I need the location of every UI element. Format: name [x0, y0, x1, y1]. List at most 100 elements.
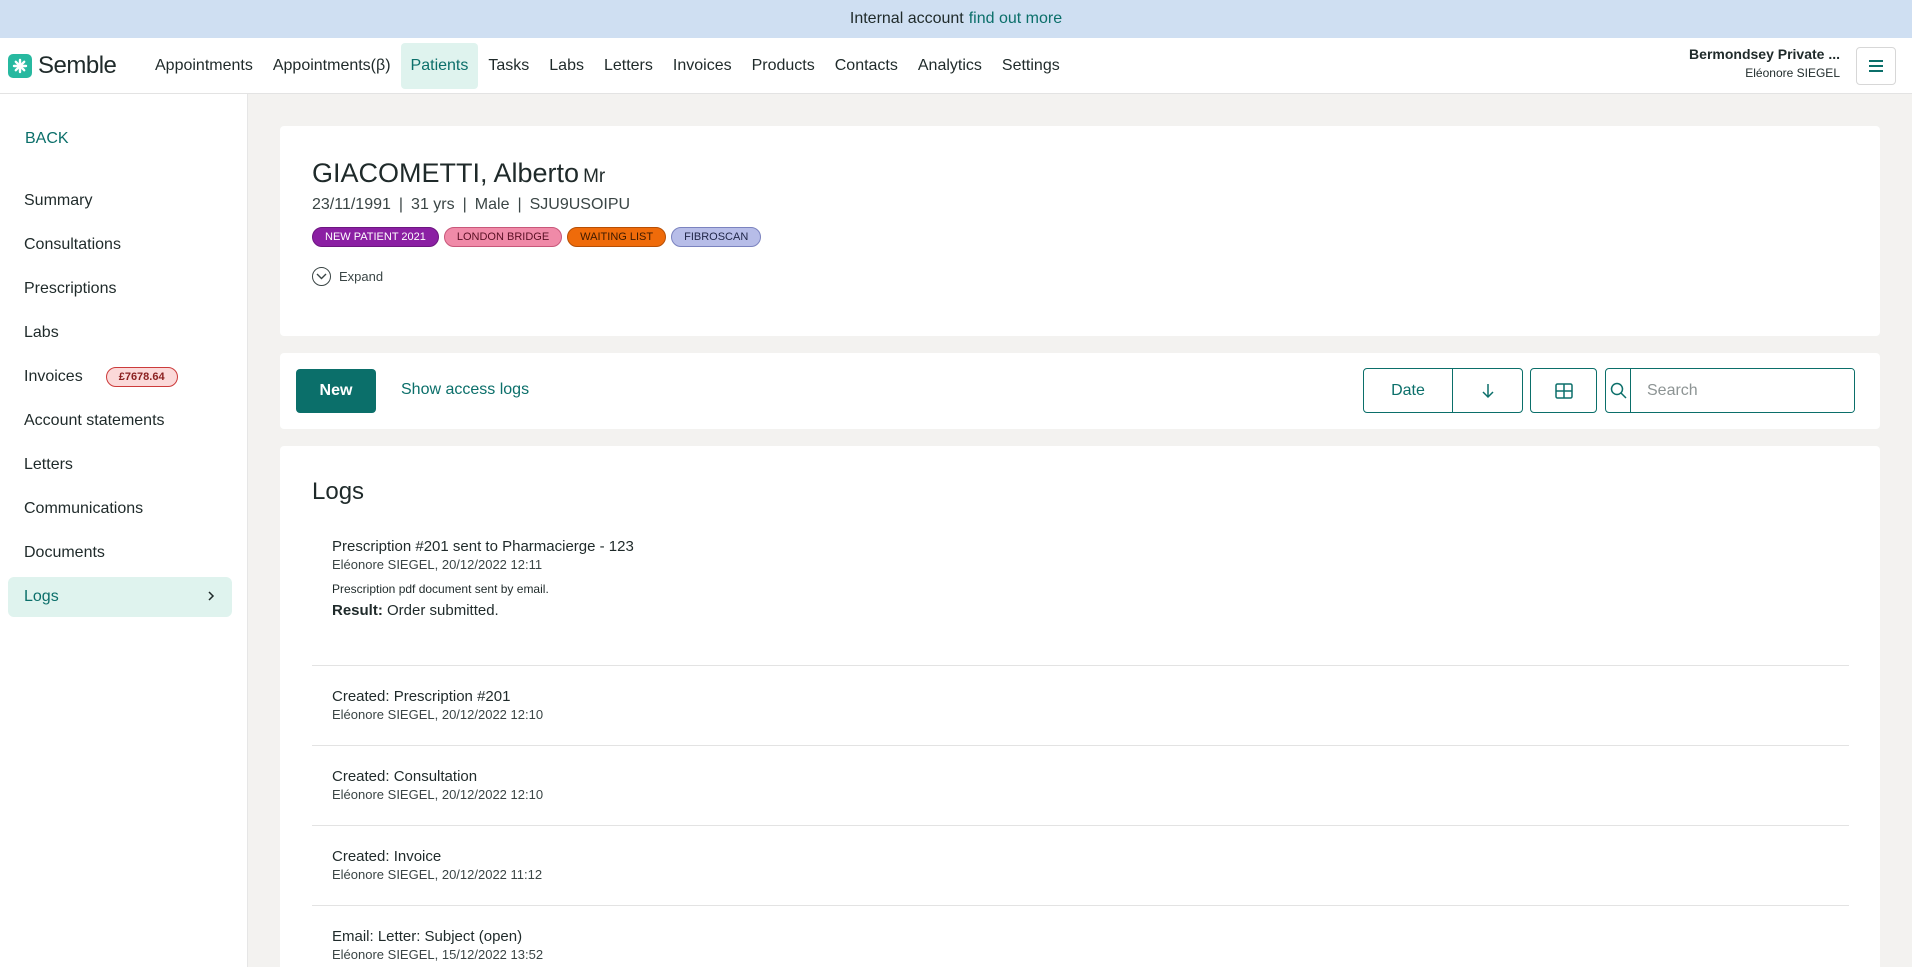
log-result-label: Result: — [332, 602, 383, 619]
patient-label-tag[interactable]: FIBROSCAN — [671, 227, 762, 247]
brand-name: Semble — [38, 52, 117, 79]
sidebar-item-logs[interactable]: Logs — [8, 577, 232, 617]
nav-letters[interactable]: Letters — [594, 43, 663, 89]
sidebar-item-label: Letters — [24, 456, 73, 473]
log-entry-title: Email: Letter: Subject (open) — [332, 928, 523, 945]
log-entry-title: Prescription #201 sent to Pharmacierge -… — [332, 538, 634, 555]
nav-analytics[interactable]: Analytics — [908, 43, 992, 89]
log-entry-meta: Eléonore SIEGEL, 20/12/2022 12:11 — [332, 557, 543, 572]
banner-text: Internal account — [849, 10, 964, 27]
log-entry[interactable]: Email: Letter: Subject (open) Eléonore S… — [312, 906, 1849, 967]
log-entry-meta: Eléonore SIEGEL, 20/12/2022 11:12 — [332, 867, 543, 882]
log-entry[interactable]: Created: Invoice Eléonore SIEGEL, 20/12/… — [312, 826, 1849, 906]
sidebar-item-label: Invoices — [24, 368, 83, 385]
sidebar-item-label: Summary — [24, 192, 93, 209]
search-icon — [1610, 382, 1627, 399]
patient-age: 31 yrs — [411, 196, 455, 213]
expand-label: Expand — [339, 269, 384, 284]
patient-label-tag[interactable]: LONDON BRIDGE — [443, 227, 563, 247]
nav-appointments[interactable]: Appointments — [145, 43, 263, 89]
search-box — [1605, 368, 1855, 413]
log-entry-result: Result: Order submitted. — [332, 602, 1829, 619]
log-entry-meta: Eléonore SIEGEL, 20/12/2022 12:10 — [332, 707, 544, 722]
patient-title: Mr — [583, 166, 606, 187]
patient-label-tag[interactable]: NEW PATIENT 2021 — [312, 227, 439, 247]
main-nav: Appointments Appointments(β) Patients Ta… — [145, 38, 1070, 94]
nav-invoices[interactable]: Invoices — [663, 43, 742, 89]
nav-products[interactable]: Products — [742, 43, 825, 89]
sidebar-item-letters[interactable]: Letters — [8, 445, 232, 485]
nav-tasks[interactable]: Tasks — [478, 43, 539, 89]
current-user-name: Eléonore SIEGEL — [1745, 66, 1840, 80]
semble-logo[interactable]: Semble — [8, 52, 117, 80]
internal-account-banner: Internal account find out more — [0, 0, 1912, 38]
sidebar-item-label: Account statements — [24, 412, 165, 429]
chevron-right-icon — [208, 591, 215, 601]
log-entry[interactable]: Prescription #201 sent to Pharmacierge -… — [312, 538, 1849, 666]
nav-patients[interactable]: Patients — [400, 43, 479, 89]
semble-logo-icon — [8, 54, 32, 78]
sidebar-item-label: Documents — [24, 544, 105, 561]
patient-dob: 23/11/1991 — [312, 196, 391, 213]
log-entry[interactable]: Created: Prescription #201 Eléonore SIEG… — [312, 666, 1849, 746]
sidebar-item-documents[interactable]: Documents — [8, 533, 232, 573]
patient-label-tag[interactable]: WAITING LIST — [567, 227, 667, 247]
sidebar-item-label: Logs — [24, 588, 59, 605]
search-input[interactable] — [1631, 369, 1854, 412]
organisation-name: Bermondsey Private ... — [1689, 46, 1840, 62]
patient-labels: NEW PATIENT 2021 LONDON BRIDGE WAITING L… — [312, 227, 766, 247]
sidebar-item-label: Prescriptions — [24, 280, 117, 297]
log-entry-description: Prescription pdf document sent by email. — [332, 582, 549, 596]
patient-sidebar: BACK Summary Consultations Prescriptions… — [0, 94, 248, 967]
sidebar-item-prescriptions[interactable]: Prescriptions — [8, 269, 232, 309]
table-view-button[interactable] — [1530, 368, 1597, 413]
sort-control: Date — [1363, 368, 1523, 413]
logs-toolbar: New Show access logs Date — [280, 353, 1880, 429]
logs-panel: Logs Prescription #201 sent to Pharmacie… — [280, 446, 1880, 967]
nav-labs[interactable]: Labs — [539, 43, 594, 89]
logs-heading: Logs — [312, 478, 365, 505]
sort-field-button[interactable]: Date — [1364, 369, 1453, 412]
hamburger-menu-button[interactable] — [1856, 47, 1896, 85]
sort-direction-button[interactable] — [1453, 369, 1522, 412]
account-switcher[interactable]: Bermondsey Private ... Eléonore SIEGEL — [1689, 46, 1840, 80]
top-navigation: Semble Appointments Appointments(β) Pati… — [0, 38, 1912, 94]
arrow-down-icon — [1481, 383, 1494, 398]
show-access-logs-link[interactable]: Show access logs — [401, 381, 529, 399]
log-entry-title: Created: Consultation — [332, 768, 478, 785]
nav-settings[interactable]: Settings — [992, 43, 1070, 89]
hamburger-icon — [1869, 60, 1883, 72]
sidebar-item-summary[interactable]: Summary — [8, 181, 232, 221]
log-entry-meta: Eléonore SIEGEL, 20/12/2022 12:10 — [332, 787, 544, 802]
log-entry[interactable]: Created: Consultation Eléonore SIEGEL, 2… — [312, 746, 1849, 826]
back-link[interactable]: BACK — [25, 130, 69, 148]
new-button[interactable]: New — [296, 369, 376, 413]
table-grid-icon — [1554, 382, 1573, 399]
log-list: Prescription #201 sent to Pharmacierge -… — [312, 538, 1849, 967]
nav-contacts[interactable]: Contacts — [825, 43, 908, 89]
search-button[interactable] — [1606, 369, 1631, 412]
invoice-balance-badge: £7678.64 — [105, 367, 178, 387]
sidebar-item-label: Consultations — [24, 236, 121, 253]
patient-id: SJU9USOIPU — [529, 196, 631, 213]
patient-details: 23/11/1991 | 31 yrs | Male | SJU9USOIPU — [312, 196, 631, 213]
sidebar-item-account-statements[interactable]: Account statements — [8, 401, 232, 441]
sidebar-item-communications[interactable]: Communications — [8, 489, 232, 529]
log-result-value: Order submitted. — [387, 602, 499, 619]
sidebar-item-label: Communications — [24, 500, 144, 517]
expand-toggle[interactable]: Expand — [312, 267, 383, 286]
log-entry-meta: Eléonore SIEGEL, 15/12/2022 13:52 — [332, 947, 544, 962]
log-entry-title: Created: Prescription #201 — [332, 688, 511, 705]
sidebar-item-consultations[interactable]: Consultations — [8, 225, 232, 265]
patient-sex: Male — [474, 196, 510, 213]
find-out-more-link[interactable]: find out more — [969, 10, 1062, 28]
sidebar-item-invoices[interactable]: Invoices £7678.64 — [8, 357, 232, 397]
nav-appointments-beta[interactable]: Appointments(β) — [263, 43, 401, 89]
sidebar-item-labs[interactable]: Labs — [8, 313, 232, 353]
patient-section-list: Summary Consultations Prescriptions Labs… — [8, 181, 232, 621]
sidebar-item-label: Labs — [24, 324, 59, 341]
patient-header-card: GIACOMETTI, Alberto Mr 23/11/1991 | 31 yrs |… — [280, 126, 1880, 336]
patient-name: GIACOMETTI, Alberto — [312, 158, 580, 188]
log-entry-title: Created: Invoice — [332, 848, 442, 865]
chevron-down-circle-icon — [312, 267, 331, 286]
